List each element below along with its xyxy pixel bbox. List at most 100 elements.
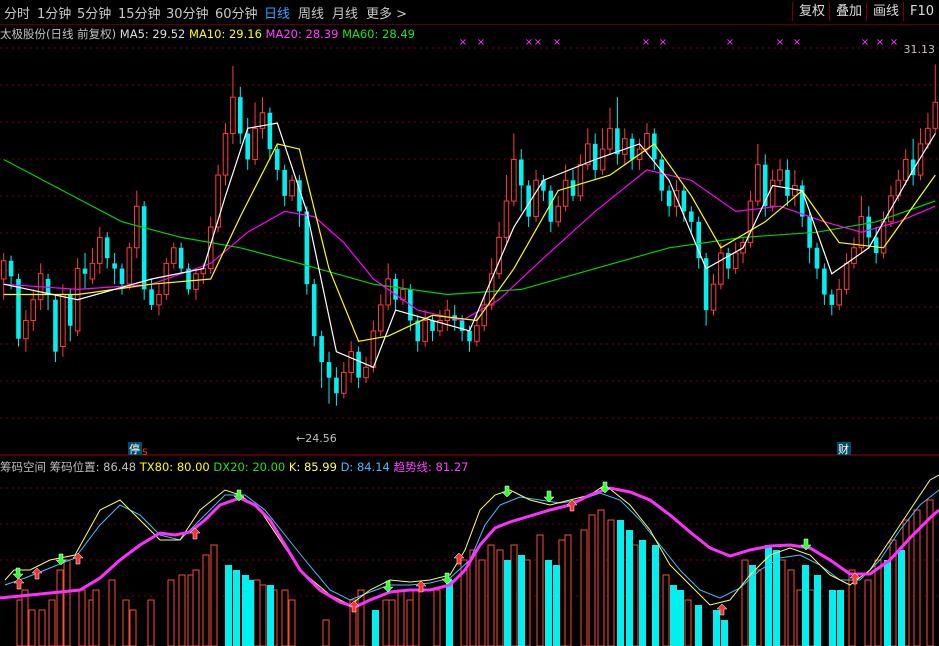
chip-bar-down xyxy=(898,550,905,646)
chip-bar-up xyxy=(259,584,267,646)
chip-bar-down xyxy=(225,565,232,646)
chip-bar-down xyxy=(765,545,772,646)
candle-body-down xyxy=(356,351,361,378)
chip-bar-up xyxy=(38,609,46,646)
chip-bar-up xyxy=(56,569,64,646)
chip-bar-down xyxy=(713,610,720,646)
chip-bar-up xyxy=(210,544,218,646)
candle-body-up xyxy=(377,304,384,332)
chip-bar-down xyxy=(670,585,677,646)
chip-bar-up xyxy=(288,599,296,646)
chip-bar-down xyxy=(553,565,560,646)
event-marker: × xyxy=(642,37,650,48)
chip-bar-up xyxy=(147,599,155,646)
candle-body-down xyxy=(53,299,58,352)
chip-bar-up xyxy=(78,589,86,646)
candle-body-up xyxy=(503,200,510,238)
event-marker: × xyxy=(876,37,884,48)
candle-body-down xyxy=(326,362,332,378)
chip-bar-down xyxy=(267,585,274,646)
candle-body-down xyxy=(393,278,398,300)
candle-body-up xyxy=(89,262,96,280)
candle-body-up xyxy=(511,158,517,202)
candle-body-down xyxy=(785,169,790,196)
candle-body-down xyxy=(141,206,147,290)
candle-body-down xyxy=(274,149,280,170)
chip-bar-down xyxy=(518,555,525,646)
candle-body-up xyxy=(599,148,606,171)
candle-body-down xyxy=(696,221,701,259)
candle-body-up xyxy=(363,366,369,379)
candle-body-down xyxy=(67,294,73,326)
chip-bar-up xyxy=(388,599,396,646)
chip-bar-up xyxy=(433,589,441,646)
chip-bar-up xyxy=(202,554,210,646)
candle-body-down xyxy=(319,336,324,363)
candle-body-up xyxy=(836,288,842,306)
candle-body-up xyxy=(60,294,66,347)
candle-body-down xyxy=(615,128,620,155)
kline-chart[interactable]: × × × × × × × × × × × × ×31.13←24.56停 S 财 xyxy=(0,0,939,646)
candle-body-down xyxy=(430,320,435,331)
candle-body-up xyxy=(193,273,199,290)
candle-body-down xyxy=(666,190,672,207)
chip-bar-down xyxy=(639,540,646,646)
chip-bar-down xyxy=(773,550,780,646)
chip-bar-up xyxy=(48,599,56,646)
chip-bar-up xyxy=(406,599,414,646)
chip-bar-up xyxy=(21,589,29,646)
candle-body-up xyxy=(732,252,739,270)
chip-bar-down xyxy=(721,620,728,646)
chip-bar-up xyxy=(178,574,186,646)
chip-bar-up xyxy=(322,619,330,646)
chip-bar-up xyxy=(564,534,572,646)
chip-bar-up xyxy=(92,589,100,646)
low-price-label: ←24.56 xyxy=(296,432,337,445)
chip-bar-up xyxy=(478,559,486,646)
event-marker: × xyxy=(459,37,467,48)
candle-body-up xyxy=(792,184,798,197)
candle-body-up xyxy=(577,164,584,197)
candle-body-up xyxy=(474,325,480,342)
candle-body-up xyxy=(925,127,931,145)
candle-body-down xyxy=(282,169,287,196)
candle-body-up xyxy=(341,371,347,394)
chip-bar-up xyxy=(580,529,588,646)
event-marker: × xyxy=(793,37,801,48)
candle-body-up xyxy=(252,127,258,160)
candle-body-up xyxy=(133,205,140,249)
candle-body-up xyxy=(621,138,628,155)
candle-body-up xyxy=(718,252,724,285)
event-marker: × xyxy=(659,37,667,48)
event-marker: × xyxy=(776,37,784,48)
event-marker: × xyxy=(890,37,898,48)
event-marker: × xyxy=(553,37,561,48)
chip-bar-down xyxy=(652,545,659,646)
candle-body-up xyxy=(289,179,295,197)
chip-bar-down xyxy=(884,560,891,646)
chip-bar-up xyxy=(536,534,544,646)
candle-body-up xyxy=(843,262,850,290)
candle-body-up xyxy=(156,294,162,306)
s-label: S xyxy=(142,448,148,458)
candle-body-down xyxy=(467,330,472,342)
chip-bar-up xyxy=(192,569,200,646)
candle-body-down xyxy=(267,112,273,150)
buy-arrow xyxy=(31,567,43,580)
candle-body-up xyxy=(0,260,7,280)
ting-label: 停 xyxy=(129,442,140,456)
chip-bar-up xyxy=(874,559,882,646)
chip-bar-up xyxy=(122,599,130,646)
candle-body-up xyxy=(97,236,103,264)
candle-body-up xyxy=(555,205,562,223)
chip-bar-down xyxy=(247,580,254,646)
candle-body-down xyxy=(178,247,184,269)
candle-body-up xyxy=(230,96,236,135)
event-marker: × xyxy=(477,37,485,48)
candle-body-down xyxy=(629,138,635,160)
candle-body-down xyxy=(311,284,317,337)
chip-bar-up xyxy=(588,514,596,646)
chip-bar-up xyxy=(63,559,71,646)
candle-body-up xyxy=(422,320,428,342)
chip-bar-up xyxy=(253,579,261,646)
